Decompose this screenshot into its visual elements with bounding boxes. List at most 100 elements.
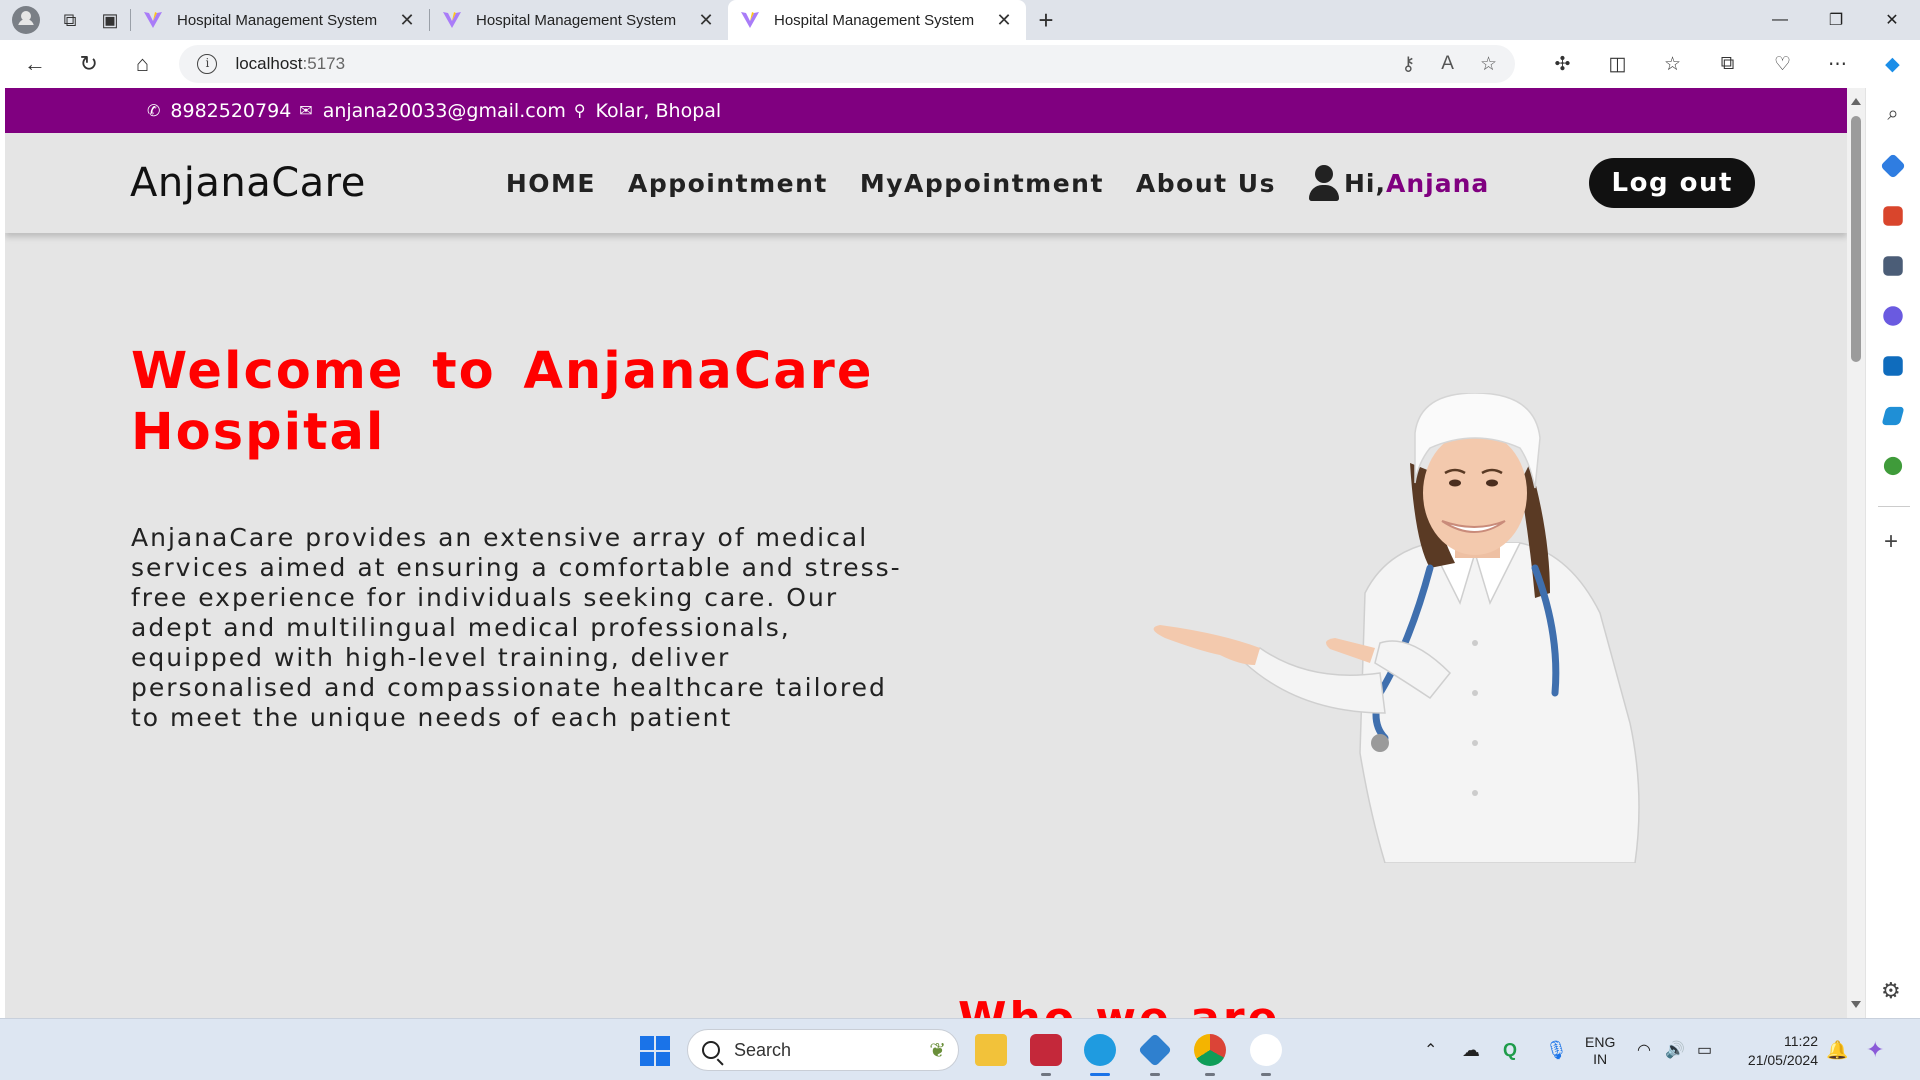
browser-essentials-icon[interactable]: ♡ [1755, 53, 1810, 76]
onedrive-cloud-icon[interactable]: ☁ [1462, 1019, 1480, 1080]
tray-overflow-chevron-icon[interactable]: ⌃ [1424, 1019, 1437, 1080]
volume-icon[interactable]: 🔊 [1665, 1019, 1685, 1080]
sidebar-m365-icon[interactable] [1883, 306, 1903, 326]
sidebar-tools-icon[interactable] [1883, 206, 1903, 226]
doctor-illustration [1153, 393, 1640, 863]
close-tab-icon[interactable]: ✕ [994, 10, 1014, 31]
edge-sidebar: ⌕ + ⚙ [1865, 88, 1920, 1018]
collections-icon[interactable]: ⧉ [1700, 53, 1755, 76]
page-viewport: ✆ 8982520794 ✉ anjana20033@gmail.com ⚲ K… [5, 88, 1847, 1018]
taskbar-search[interactable]: Search ❦ [687, 1029, 959, 1071]
language-indicator[interactable]: ENG IN [1585, 1034, 1615, 1068]
restore-button[interactable]: ❐ [1808, 0, 1864, 40]
profile-avatar-icon[interactable] [12, 6, 40, 34]
nav-my-appointment[interactable]: MyAppointment [860, 169, 1104, 198]
new-tab-button[interactable]: + [1026, 5, 1066, 36]
contact-phone: 8982520794 [170, 99, 292, 122]
scroll-up-arrow-icon[interactable] [1851, 98, 1861, 105]
user-name: Anjana [1385, 168, 1490, 198]
main-menu: HOME Appointment MyAppointment About Us [506, 169, 1276, 198]
minimize-button[interactable]: — [1752, 0, 1808, 40]
workspaces-icon[interactable]: ⧉ [50, 0, 90, 40]
browser-tab-3-active[interactable]: Hospital Management System ✕ [728, 0, 1026, 40]
favorite-star-icon[interactable]: ☆ [1480, 53, 1497, 76]
sidebar-outlook-icon[interactable] [1883, 356, 1903, 376]
system-clock[interactable]: 11:22 21/05/2024 [1738, 1032, 1818, 1070]
url-text[interactable]: localhost:5173 [235, 54, 345, 74]
split-screen-icon[interactable]: ◫ [1590, 53, 1645, 76]
vscode-icon[interactable] [1138, 1033, 1172, 1067]
close-window-button[interactable]: ✕ [1864, 0, 1920, 40]
extensions-icon[interactable]: ✣ [1535, 53, 1590, 76]
vite-logo-icon [144, 12, 162, 28]
file-explorer-icon[interactable] [975, 1034, 1007, 1066]
sidebar-shopping-icon[interactable] [1880, 153, 1906, 179]
nav-appointment[interactable]: Appointment [628, 169, 828, 198]
scroll-down-arrow-icon[interactable] [1851, 1001, 1861, 1008]
close-tab-icon[interactable]: ✕ [696, 10, 716, 31]
key-icon[interactable]: ⚷ [1401, 53, 1415, 76]
tab-actions-icon[interactable]: ▣ [90, 0, 130, 40]
browser-tab-1[interactable]: Hospital Management System ✕ [131, 0, 429, 40]
mongodb-running-indicator [1261, 1073, 1271, 1076]
notification-bell-icon[interactable]: 🔔 [1826, 1019, 1848, 1080]
sidebar-settings-icon[interactable]: ⚙ [1881, 978, 1901, 1004]
start-button-windows-icon[interactable] [640, 1036, 670, 1066]
location-pin-icon: ⚲ [573, 101, 586, 120]
logout-button[interactable]: Log out [1589, 158, 1756, 208]
nav-home[interactable]: HOME [506, 169, 596, 198]
edge-active-indicator [1090, 1073, 1110, 1076]
site-info-icon[interactable]: i [197, 54, 218, 74]
vite-logo-icon [443, 12, 461, 28]
favorites-icon[interactable]: ☆ [1645, 53, 1700, 76]
address-bar[interactable]: i localhost:5173 ⚷ A ☆ [179, 45, 1515, 83]
read-aloud-icon[interactable]: A [1441, 53, 1454, 76]
microphone-icon[interactable]: 🎙 [1545, 1019, 1568, 1080]
sidebar-games-icon[interactable] [1883, 256, 1903, 276]
wifi-icon[interactable]: ◠ [1637, 1019, 1651, 1080]
url-port: :5173 [302, 54, 346, 73]
clock-date: 21/05/2024 [1747, 1052, 1818, 1068]
who-we-are-heading: Who we are [958, 993, 1280, 1018]
close-tab-icon[interactable]: ✕ [397, 10, 417, 31]
sidebar-tree-icon[interactable] [1883, 456, 1903, 476]
sidebar-search-icon[interactable]: ⌕ [1880, 103, 1906, 129]
address-bar-actions: ⚷ A ☆ [1401, 53, 1497, 76]
scrollbar-thumb[interactable] [1851, 116, 1861, 362]
vite-logo-icon [741, 12, 759, 28]
phone-icon: ✆ [147, 101, 161, 120]
sidebar-add-icon[interactable]: + [1884, 528, 1898, 556]
search-highlight-icon: ❦ [929, 1039, 946, 1062]
contact-topbar: ✆ 8982520794 ✉ anjana20033@gmail.com ⚲ K… [5, 88, 1847, 133]
windows-taskbar: Search ❦ ⌃ ☁ Q 🎙 ENG IN ◠ 🔊 ▭ 11:22 21/0… [0, 1018, 1920, 1080]
more-options-icon[interactable]: ⋯ [1810, 53, 1865, 76]
tray-app-q-icon[interactable]: Q [1503, 1019, 1517, 1080]
chrome-running-indicator [1205, 1073, 1215, 1076]
user-icon [1308, 165, 1340, 201]
sidebar-send-icon[interactable] [1881, 406, 1905, 426]
contact-location: Kolar, Bhopal [595, 99, 722, 122]
page-scrollbar[interactable] [1847, 88, 1865, 1018]
url-host: localhost [235, 54, 303, 73]
browser-tab-2[interactable]: Hospital Management System ✕ [430, 0, 728, 40]
nav-about-us[interactable]: About Us [1136, 169, 1276, 198]
mongodb-compass-icon[interactable] [1250, 1034, 1282, 1066]
taskbar-search-label: Search [734, 1039, 792, 1060]
refresh-button[interactable]: ↻ [62, 40, 116, 88]
recorder-app-icon[interactable] [1030, 1034, 1062, 1066]
site-brand[interactable]: AnjanaCare [130, 160, 366, 206]
back-button[interactable]: ← [8, 40, 62, 88]
home-button[interactable]: ⌂ [116, 40, 170, 88]
sidebar-separator [1878, 506, 1910, 507]
search-icon [702, 1041, 720, 1059]
tab-title: Hospital Management System [774, 11, 975, 29]
lang-region: IN [1593, 1051, 1608, 1067]
chrome-icon[interactable] [1194, 1034, 1226, 1066]
copilot-taskbar-icon[interactable]: ✦ [1866, 1019, 1884, 1080]
copilot-icon[interactable]: ◆ [1865, 53, 1920, 76]
hero-title: Welcome to AnjanaCare Hospital [131, 342, 874, 462]
battery-icon[interactable]: ▭ [1697, 1019, 1712, 1080]
mail-icon: ✉ [299, 101, 313, 120]
edge-browser-icon[interactable] [1084, 1034, 1116, 1066]
browser-toolbar: ← ↻ ⌂ i localhost:5173 ⚷ A ☆ ✣ ◫ ☆ ⧉ ♡ ⋯… [0, 40, 1920, 88]
